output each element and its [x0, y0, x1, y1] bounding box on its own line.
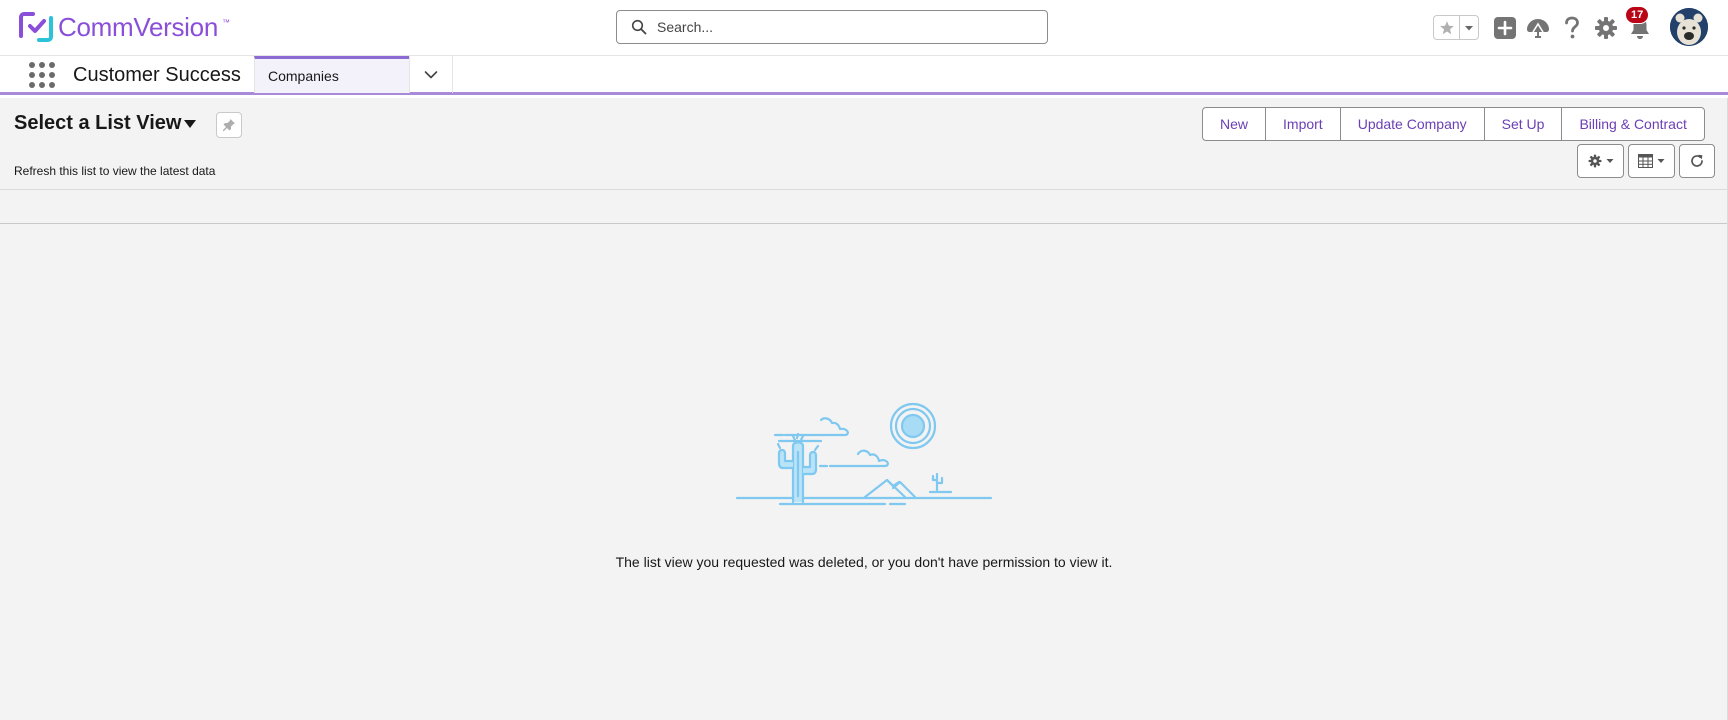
trailhead-icon	[1527, 19, 1549, 38]
chevron-down-icon	[1657, 159, 1665, 163]
favorites-dropdown-button[interactable]	[1460, 16, 1478, 39]
setup-button[interactable]	[1593, 15, 1619, 41]
favorites-button-group	[1433, 15, 1479, 40]
import-button[interactable]: Import	[1265, 107, 1341, 141]
notification-count-badge: 17	[1625, 6, 1650, 24]
empty-desert-illustration	[735, 402, 993, 506]
app-launcher-icon[interactable]	[29, 62, 55, 88]
search-placeholder: Search...	[657, 19, 714, 35]
update-company-button[interactable]: Update Company	[1339, 107, 1485, 141]
display-as-table-icon	[1638, 154, 1653, 168]
user-avatar-bear-icon	[1670, 8, 1708, 46]
tab-companies-menu-button[interactable]	[409, 56, 453, 93]
billing-contract-button[interactable]: Billing & Contract	[1561, 107, 1705, 141]
empty-state-message: The list view you requested was deleted,…	[615, 554, 1113, 570]
refresh-button[interactable]	[1679, 144, 1715, 178]
tab-companies[interactable]: Companies	[254, 56, 409, 93]
commversion-logo-mark	[19, 12, 53, 42]
display-as-button[interactable]	[1628, 144, 1675, 178]
chevron-down-icon	[424, 70, 438, 78]
list-view-column-header-strip	[0, 191, 1728, 224]
chevron-down-icon	[1465, 25, 1473, 30]
list-view-title[interactable]: Select a List View	[14, 112, 182, 135]
global-header: CommVersion ™ Search... 17	[0, 0, 1728, 55]
set-up-button[interactable]: Set Up	[1483, 107, 1563, 141]
trailhead-button[interactable]	[1525, 15, 1551, 41]
help-button[interactable]	[1559, 15, 1585, 41]
commversion-logo[interactable]: CommVersion ™	[18, 10, 230, 44]
list-view-picker-caret-icon[interactable]	[183, 118, 197, 130]
app-name: Customer Success	[73, 64, 241, 86]
avatar[interactable]	[1670, 8, 1708, 46]
app-navigation-bar: Customer Success Companies	[0, 55, 1728, 95]
logo-text: CommVersion	[58, 11, 218, 42]
chevron-down-icon	[1606, 159, 1613, 163]
setup-gear-icon	[1595, 17, 1617, 39]
list-view-refresh-hint: Refresh this list to view the latest dat…	[14, 164, 216, 178]
pin-list-view-button[interactable]	[216, 112, 242, 138]
list-view-header: Select a List View Refresh this list to …	[0, 98, 1728, 190]
new-button[interactable]: New	[1202, 107, 1267, 141]
add-icon	[1494, 17, 1516, 39]
global-search-input[interactable]: Search...	[616, 10, 1048, 44]
help-icon	[1565, 16, 1579, 39]
search-icon	[631, 19, 647, 35]
favorite-star-button[interactable]	[1434, 16, 1460, 39]
refresh-icon	[1691, 154, 1703, 167]
list-view-controls-button[interactable]	[1577, 144, 1624, 178]
global-actions-button[interactable]	[1492, 15, 1518, 41]
list-actions-button-group: New Import Update Company Set Up Billing…	[1202, 107, 1705, 141]
list-settings-gear-icon	[1588, 154, 1601, 168]
favorite-star-icon	[1439, 20, 1454, 34]
logo-trademark: ™	[221, 18, 230, 27]
pin-icon	[223, 119, 235, 131]
